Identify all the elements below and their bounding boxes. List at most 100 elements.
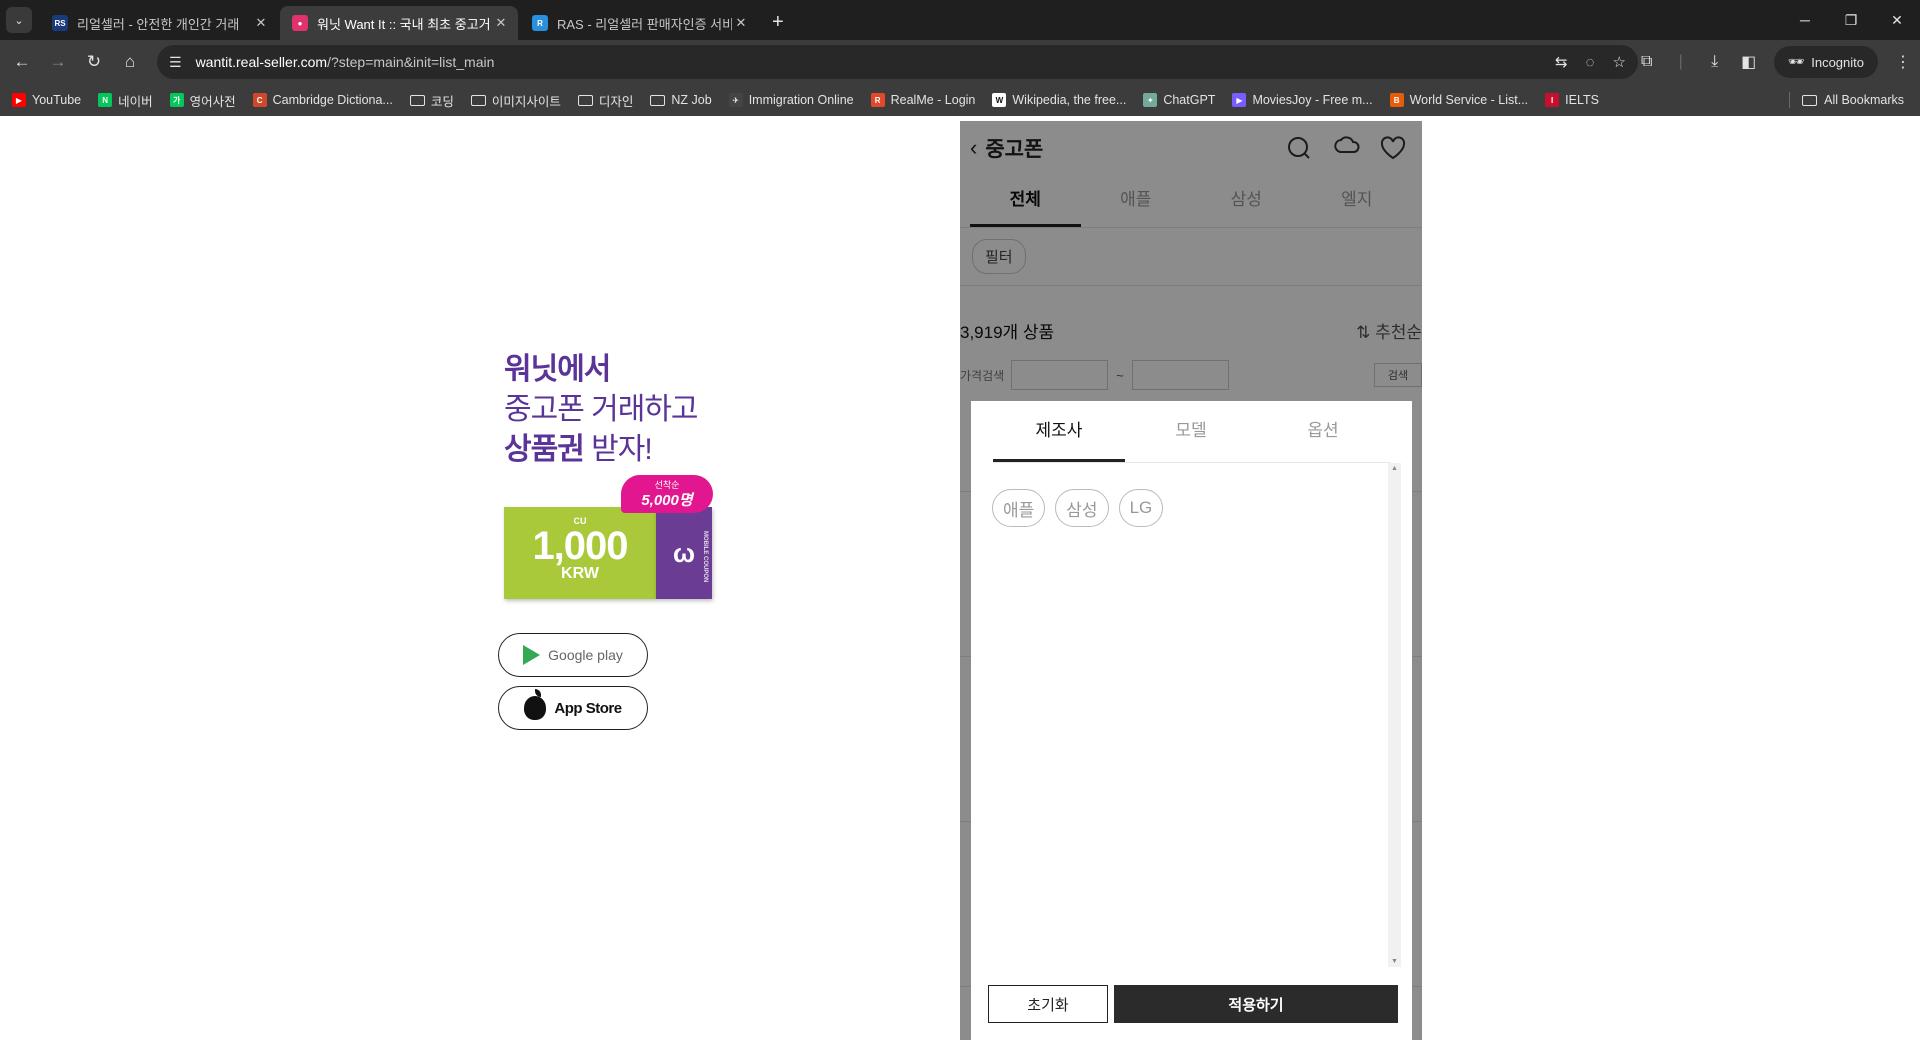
close-tab-icon[interactable]: ✕ [492, 15, 510, 31]
filter-sheet-body: 애플 삼성 LG ▲ ▼ [971, 463, 1412, 971]
promo-headline: 워닛에서 중고폰 거래하고 상품권 받자! [504, 350, 734, 470]
filter-tab[interactable]: 옵션 [1257, 401, 1389, 462]
bookmark-item[interactable]: 코딩 [409, 91, 454, 110]
bookmark-label: 코딩 [430, 94, 454, 109]
bookmark-item[interactable]: ✈ Immigration Online [728, 93, 854, 107]
scroll-up-icon[interactable]: ▲ [1388, 465, 1401, 472]
address-bar[interactable]: ☰ wantit.real-seller.com/?step=main&init… [157, 45, 1638, 79]
address-bar-icons: ⇆ ◌ ☆ [1555, 45, 1626, 79]
site-info-icon[interactable]: ☰ [169, 54, 182, 71]
bookmark-item[interactable]: 이미지사이트 [470, 91, 561, 110]
bookmark-label: 디자인 [598, 94, 634, 109]
browser-toolbar: ← → ↻ ⌂ ☰ wantit.real-seller.com/?step=m… [0, 40, 1920, 84]
bookmark-item[interactable]: ▶ MoviesJoy - Free m... [1232, 93, 1373, 107]
menu-icon[interactable]: ⋮ [1886, 52, 1920, 72]
browser-tab-realseller[interactable]: RS 리얼셀러 - 안전한 개인간 거래 ✕ [40, 6, 278, 40]
bookmarks-bar: ▶ YouTube N 네이버 가 영어사전 C Cambridge Dictiona... 코… [0, 84, 1920, 116]
wantit-logo-icon: ω [673, 537, 695, 568]
google-play-icon [523, 645, 541, 665]
all-bookmarks-button[interactable]: All Bookmarks [1802, 84, 1904, 116]
ielts-icon: I [1545, 93, 1560, 107]
tab-title: 워닛 Want It :: 국내 최초 중고거 [317, 16, 491, 32]
immigration-icon: ✈ [728, 93, 743, 107]
url-text[interactable]: wantit.real-seller.com/?step=main&init=l… [196, 54, 495, 70]
bookmark-item[interactable]: NZ Job [650, 93, 712, 107]
bookmark-label: World Service - List... [1409, 93, 1529, 107]
eye-off-icon[interactable]: ◌ [1586, 54, 1595, 71]
bookmark-item[interactable]: 가 영어사전 [169, 91, 236, 110]
scrollbar[interactable]: ▲ ▼ [1388, 463, 1401, 967]
filter-tab[interactable]: 제조사 [993, 401, 1125, 462]
back-icon[interactable]: ← [4, 44, 40, 80]
restore-icon[interactable]: ❐ [1828, 0, 1874, 40]
first-come-badge: 선착순 5,000명 [621, 475, 713, 513]
apply-button[interactable]: 적용하기 [1114, 985, 1398, 1023]
realseller-favicon-icon: RS [52, 15, 68, 31]
home-icon[interactable]: ⌂ [112, 44, 148, 80]
bookmark-item[interactable]: 디자인 [577, 91, 634, 110]
bookmark-label: 영어사전 [189, 94, 236, 109]
bookmark-item[interactable]: ▶ YouTube [12, 93, 81, 107]
naver-icon: N [98, 93, 113, 107]
filter-sheet-footer: 초기화 적용하기 [988, 985, 1398, 1023]
divider: | [1678, 53, 1683, 70]
divider [1789, 92, 1790, 108]
extensions-icon[interactable]: ⧉ [1630, 53, 1664, 71]
bookmark-label: 이미지사이트 [491, 94, 561, 109]
scroll-down-icon[interactable]: ▼ [1388, 958, 1401, 965]
bookmark-item[interactable]: ✦ ChatGPT [1143, 93, 1215, 107]
incognito-badge[interactable]: 🕶 Incognito [1773, 46, 1878, 78]
reload-icon[interactable]: ↻ [76, 44, 112, 80]
promo-line-3: 상품권 받자! [504, 433, 653, 466]
window-controls: ─ ❐ ✕ [1782, 0, 1920, 40]
tab-search-icon[interactable]: ⌄ [6, 7, 32, 33]
bookmark-label: ChatGPT [1163, 93, 1216, 107]
tab-title: 리얼셀러 - 안전한 개인간 거래 [77, 16, 240, 32]
bookmark-item[interactable]: B World Service - List... [1389, 93, 1529, 107]
coupon-stub: ω MOBILE COUPON [656, 507, 712, 599]
all-bookmarks-label: All Bookmarks [1824, 93, 1904, 107]
browser-tab-wantit[interactable]: ● 워닛 Want It :: 국내 최초 중고거 ✕ [280, 6, 518, 40]
filter-sheet: 제조사 모델 옵션 애플 삼성 LG ▲ ▼ 초기화 적용하기 [971, 401, 1412, 1040]
ras-favicon-icon: R [532, 15, 548, 31]
bookmark-label: RealMe - Login [890, 93, 976, 107]
close-tab-icon[interactable]: ✕ [732, 15, 750, 31]
bookmark-item[interactable]: I IELTS [1545, 93, 1599, 107]
coupon-currency: KRW [561, 565, 599, 582]
bookmark-item[interactable]: N 네이버 [98, 91, 153, 110]
apple-icon [524, 689, 547, 720]
badge-small-text: 선착순 [654, 480, 680, 490]
bookmark-item[interactable]: R RealMe - Login [870, 93, 976, 107]
bookmark-star-icon[interactable]: ☆ [1613, 53, 1626, 71]
new-tab-icon[interactable]: + [772, 11, 784, 34]
brand-chip[interactable]: LG [1118, 489, 1164, 527]
bookmark-label: Wikipedia, the free... [1012, 93, 1127, 107]
translate-icon[interactable]: ⇆ [1555, 53, 1568, 71]
cambridge-icon: C [252, 93, 267, 107]
badge-big-text: 5,000명 [641, 492, 693, 509]
brand-chip[interactable]: 애플 [992, 489, 1046, 527]
bookmark-label: MoviesJoy - Free m... [1252, 93, 1373, 107]
toolbar-right: ⧉ | ⤓ ◧ 🕶 Incognito ⋮ [1630, 40, 1920, 84]
folder-icon [1802, 94, 1818, 106]
bookmark-label: YouTube [32, 93, 82, 107]
bookmark-label: Cambridge Dictiona... [272, 93, 393, 107]
download-icon[interactable]: ⤓ [1698, 53, 1732, 71]
app-store-button[interactable]: App Store [498, 686, 648, 730]
filter-sheet-tabs: 제조사 모델 옵션 [993, 401, 1390, 463]
forward-icon[interactable]: → [40, 44, 76, 80]
url-host: wantit.real-seller.com [195, 54, 328, 70]
bookmark-item[interactable]: W Wikipedia, the free... [992, 93, 1126, 107]
close-window-icon[interactable]: ✕ [1874, 0, 1920, 40]
coupon-image: CU 1,000 KRW ω MOBILE COUPON 선착순 5,000명 [504, 475, 713, 600]
side-panel-icon[interactable]: ◧ [1732, 52, 1766, 72]
reset-button[interactable]: 초기화 [988, 985, 1108, 1023]
filter-tab[interactable]: 모델 [1125, 401, 1257, 462]
close-tab-icon[interactable]: ✕ [252, 15, 270, 31]
bookmark-label: NZ Job [671, 93, 712, 107]
bookmark-item[interactable]: C Cambridge Dictiona... [252, 93, 393, 107]
browser-tab-ras[interactable]: R RAS - 리얼셀러 판매자인증 서비 ✕ [520, 6, 758, 40]
minimize-icon[interactable]: ─ [1782, 0, 1828, 40]
brand-chip[interactable]: 삼성 [1055, 489, 1109, 527]
google-play-button[interactable]: Google play [498, 633, 648, 677]
